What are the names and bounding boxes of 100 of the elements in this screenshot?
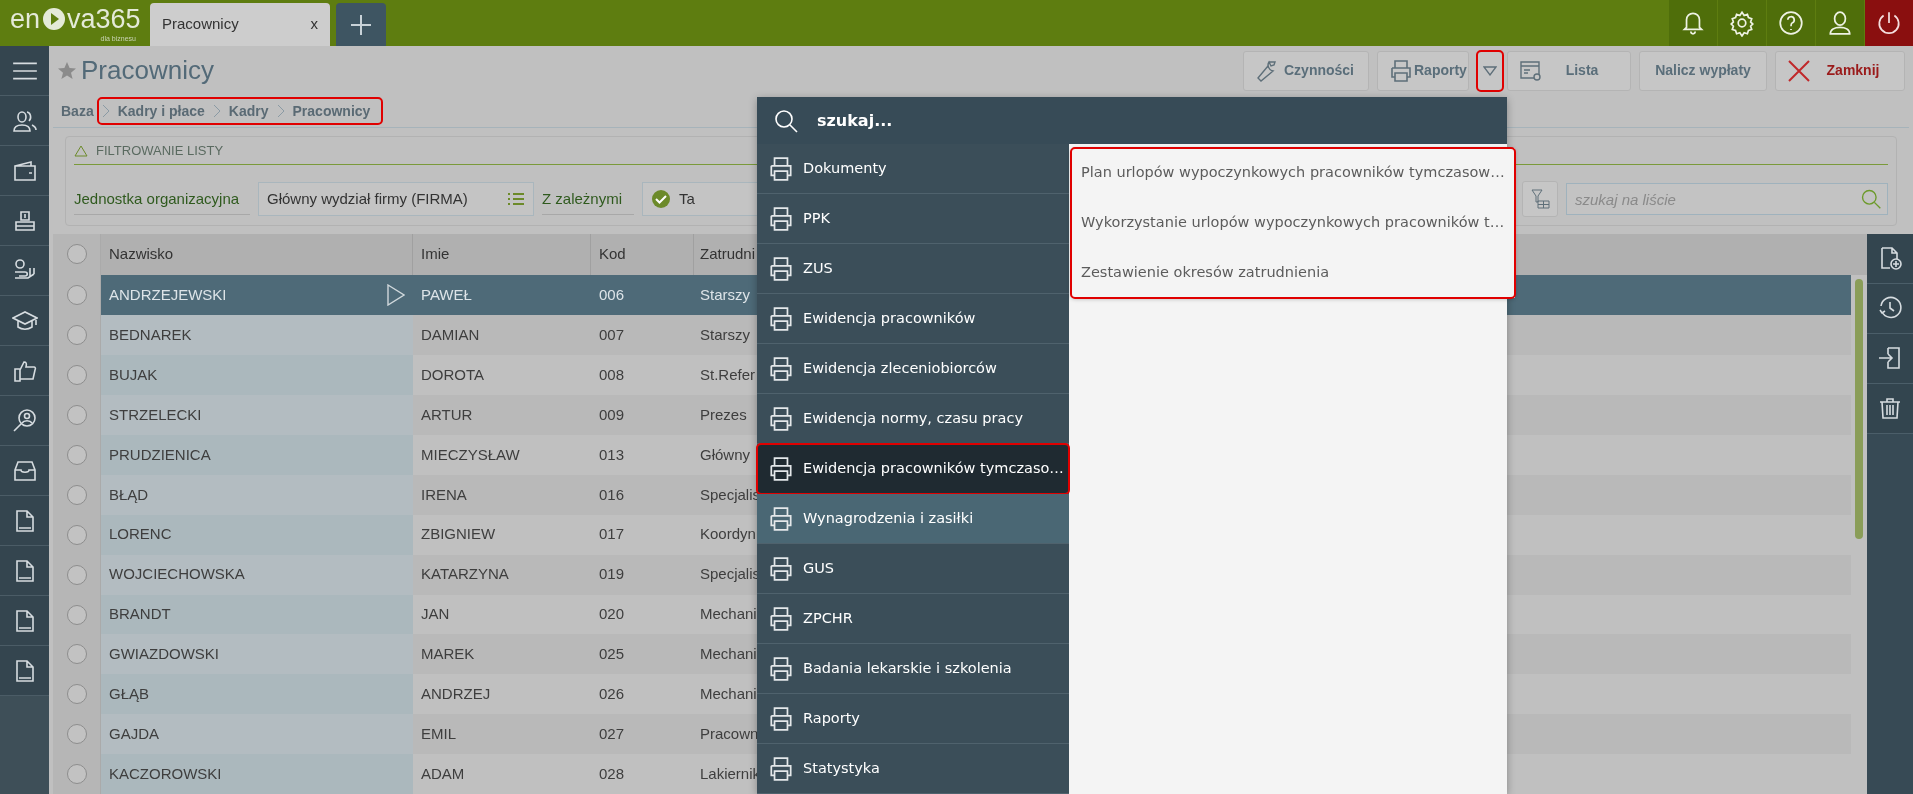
star-icon (57, 60, 77, 81)
close-button[interactable]: Zamknij (1775, 50, 1905, 91)
row-radio[interactable] (66, 405, 87, 426)
submenu-item[interactable]: Plan urlopów wypoczynkowych pracowników tymczasow… (1071, 148, 1515, 198)
table-cell: BRANDT (101, 594, 413, 635)
sidebar-button[interactable] (0, 246, 49, 296)
table-cell: PAWEŁ (413, 275, 591, 316)
sidebar-button[interactable] (0, 146, 49, 196)
topbar-button[interactable] (1864, 0, 1913, 46)
row-radio[interactable] (66, 325, 87, 346)
sidebar-button[interactable] (0, 96, 49, 146)
submenu-item[interactable]: Zestawienie okresów zatrudnienia (1071, 248, 1515, 298)
table-cell: IRENA (413, 474, 591, 515)
caret-icon (1483, 65, 1497, 76)
chevron-right-icon (276, 104, 285, 119)
sidebar-button[interactable] (0, 496, 49, 546)
topbar-button[interactable] (1668, 0, 1717, 46)
plus-icon (349, 12, 373, 37)
row-radio[interactable] (66, 764, 87, 785)
menu-item[interactable]: Wynagrodzenia i zasiłki (757, 494, 1069, 544)
row-radio[interactable] (66, 684, 87, 705)
filter-label: Jednostka organizacyjna (74, 183, 250, 216)
toolbar-button[interactable] (1867, 383, 1913, 434)
printer-icon (767, 554, 795, 583)
table-cell: DAMIAN (413, 315, 591, 356)
tab[interactable]: Pracownicy x (150, 3, 330, 46)
logo-text: va365 (67, 6, 141, 33)
tab-close-button[interactable]: x (310, 13, 318, 36)
scrollbar[interactable] (1855, 279, 1863, 540)
printer-icon (767, 204, 795, 233)
table-cell: ANDRZEJEWSKI (101, 275, 413, 316)
sidebar-button[interactable] (0, 546, 49, 596)
sidebar-button[interactable] (0, 196, 49, 246)
row-radio[interactable] (66, 484, 87, 505)
table-cell: Starszy (694, 275, 760, 316)
table-cell: KACZOROWSKI (101, 754, 413, 794)
dropdown-toggle-button[interactable] (1477, 50, 1503, 91)
sidebar-button[interactable] (0, 396, 49, 446)
sidebar-button[interactable] (0, 346, 49, 396)
sign-in-icon (1877, 345, 1903, 372)
table-cell: Pracown (694, 714, 760, 755)
table-cell: 025 (591, 634, 694, 675)
sidebar-button[interactable] (0, 596, 49, 646)
table-cell: GAJDA (101, 714, 413, 755)
menu-search-field[interactable]: szukaj... (815, 107, 1043, 134)
table-cell: BUJAK (101, 355, 413, 396)
printer-icon (767, 404, 795, 433)
table-cell: 006 (591, 275, 694, 316)
row-radio[interactable] (66, 564, 87, 585)
new-tab-button[interactable] (336, 3, 386, 46)
table-cell: ARTUR (413, 395, 591, 435)
page-title: Pracownicy (81, 54, 214, 88)
settings-icon (1728, 9, 1756, 37)
printer-icon (767, 154, 795, 183)
list-search-field[interactable]: szukaj na liście (1566, 183, 1888, 216)
table-cell: 016 (591, 474, 694, 515)
topbar-button[interactable] (1766, 0, 1815, 46)
printer-icon (1388, 57, 1414, 84)
play-arrow-icon (387, 284, 405, 307)
printer-icon (767, 504, 795, 533)
table-cell: LORENC (101, 514, 413, 555)
row-radio[interactable] (66, 285, 87, 306)
topbar-button[interactable] (1815, 0, 1864, 46)
row-radio[interactable] (66, 644, 87, 665)
filter-title: FILTROWANIE LISTY (96, 141, 224, 160)
toolbar-button[interactable] (1867, 333, 1913, 384)
check-circle-icon (651, 189, 671, 210)
printer-icon (767, 254, 795, 283)
filter-label: Z zależnymi (542, 183, 634, 216)
table-cell: GŁĄB (101, 674, 413, 715)
toolbar-button[interactable] (1867, 283, 1913, 334)
table-cell: Starszy (694, 315, 760, 356)
table-cell: 007 (591, 315, 694, 356)
sidebar-button[interactable] (0, 446, 49, 496)
power-icon (1875, 9, 1903, 37)
printer-icon (767, 604, 795, 633)
menu-item[interactable]: Ewidencja pracowników tymczaso… (757, 444, 1069, 494)
table-cell: BŁĄD (101, 474, 413, 515)
row-radio[interactable] (66, 724, 87, 745)
table-cell: Mechani (694, 634, 760, 675)
sidebar-button[interactable] (0, 646, 49, 696)
toolbar-button[interactable] (1867, 233, 1913, 284)
printer-icon (767, 754, 795, 783)
printer-icon (767, 304, 795, 333)
table-cell: GWIAZDOWSKI (101, 634, 413, 675)
select-all-radio[interactable] (66, 244, 87, 265)
chevron-right-icon (101, 104, 110, 119)
row-radio[interactable] (66, 365, 87, 386)
user-icon (1826, 9, 1854, 37)
topbar-button[interactable] (1717, 0, 1766, 46)
tab-label: Pracownicy (162, 14, 239, 35)
sidebar-button[interactable] (0, 46, 49, 96)
row-radio[interactable] (66, 444, 87, 465)
table-cell: Prezes (694, 395, 760, 435)
printer-icon (767, 354, 795, 383)
column-header[interactable]: Zatrudni (694, 233, 760, 276)
row-radio[interactable] (66, 524, 87, 545)
sidebar-button[interactable] (0, 296, 49, 346)
row-radio[interactable] (66, 604, 87, 625)
unit-select-field[interactable]: Główny wydział firmy (FIRMA) (258, 182, 534, 217)
